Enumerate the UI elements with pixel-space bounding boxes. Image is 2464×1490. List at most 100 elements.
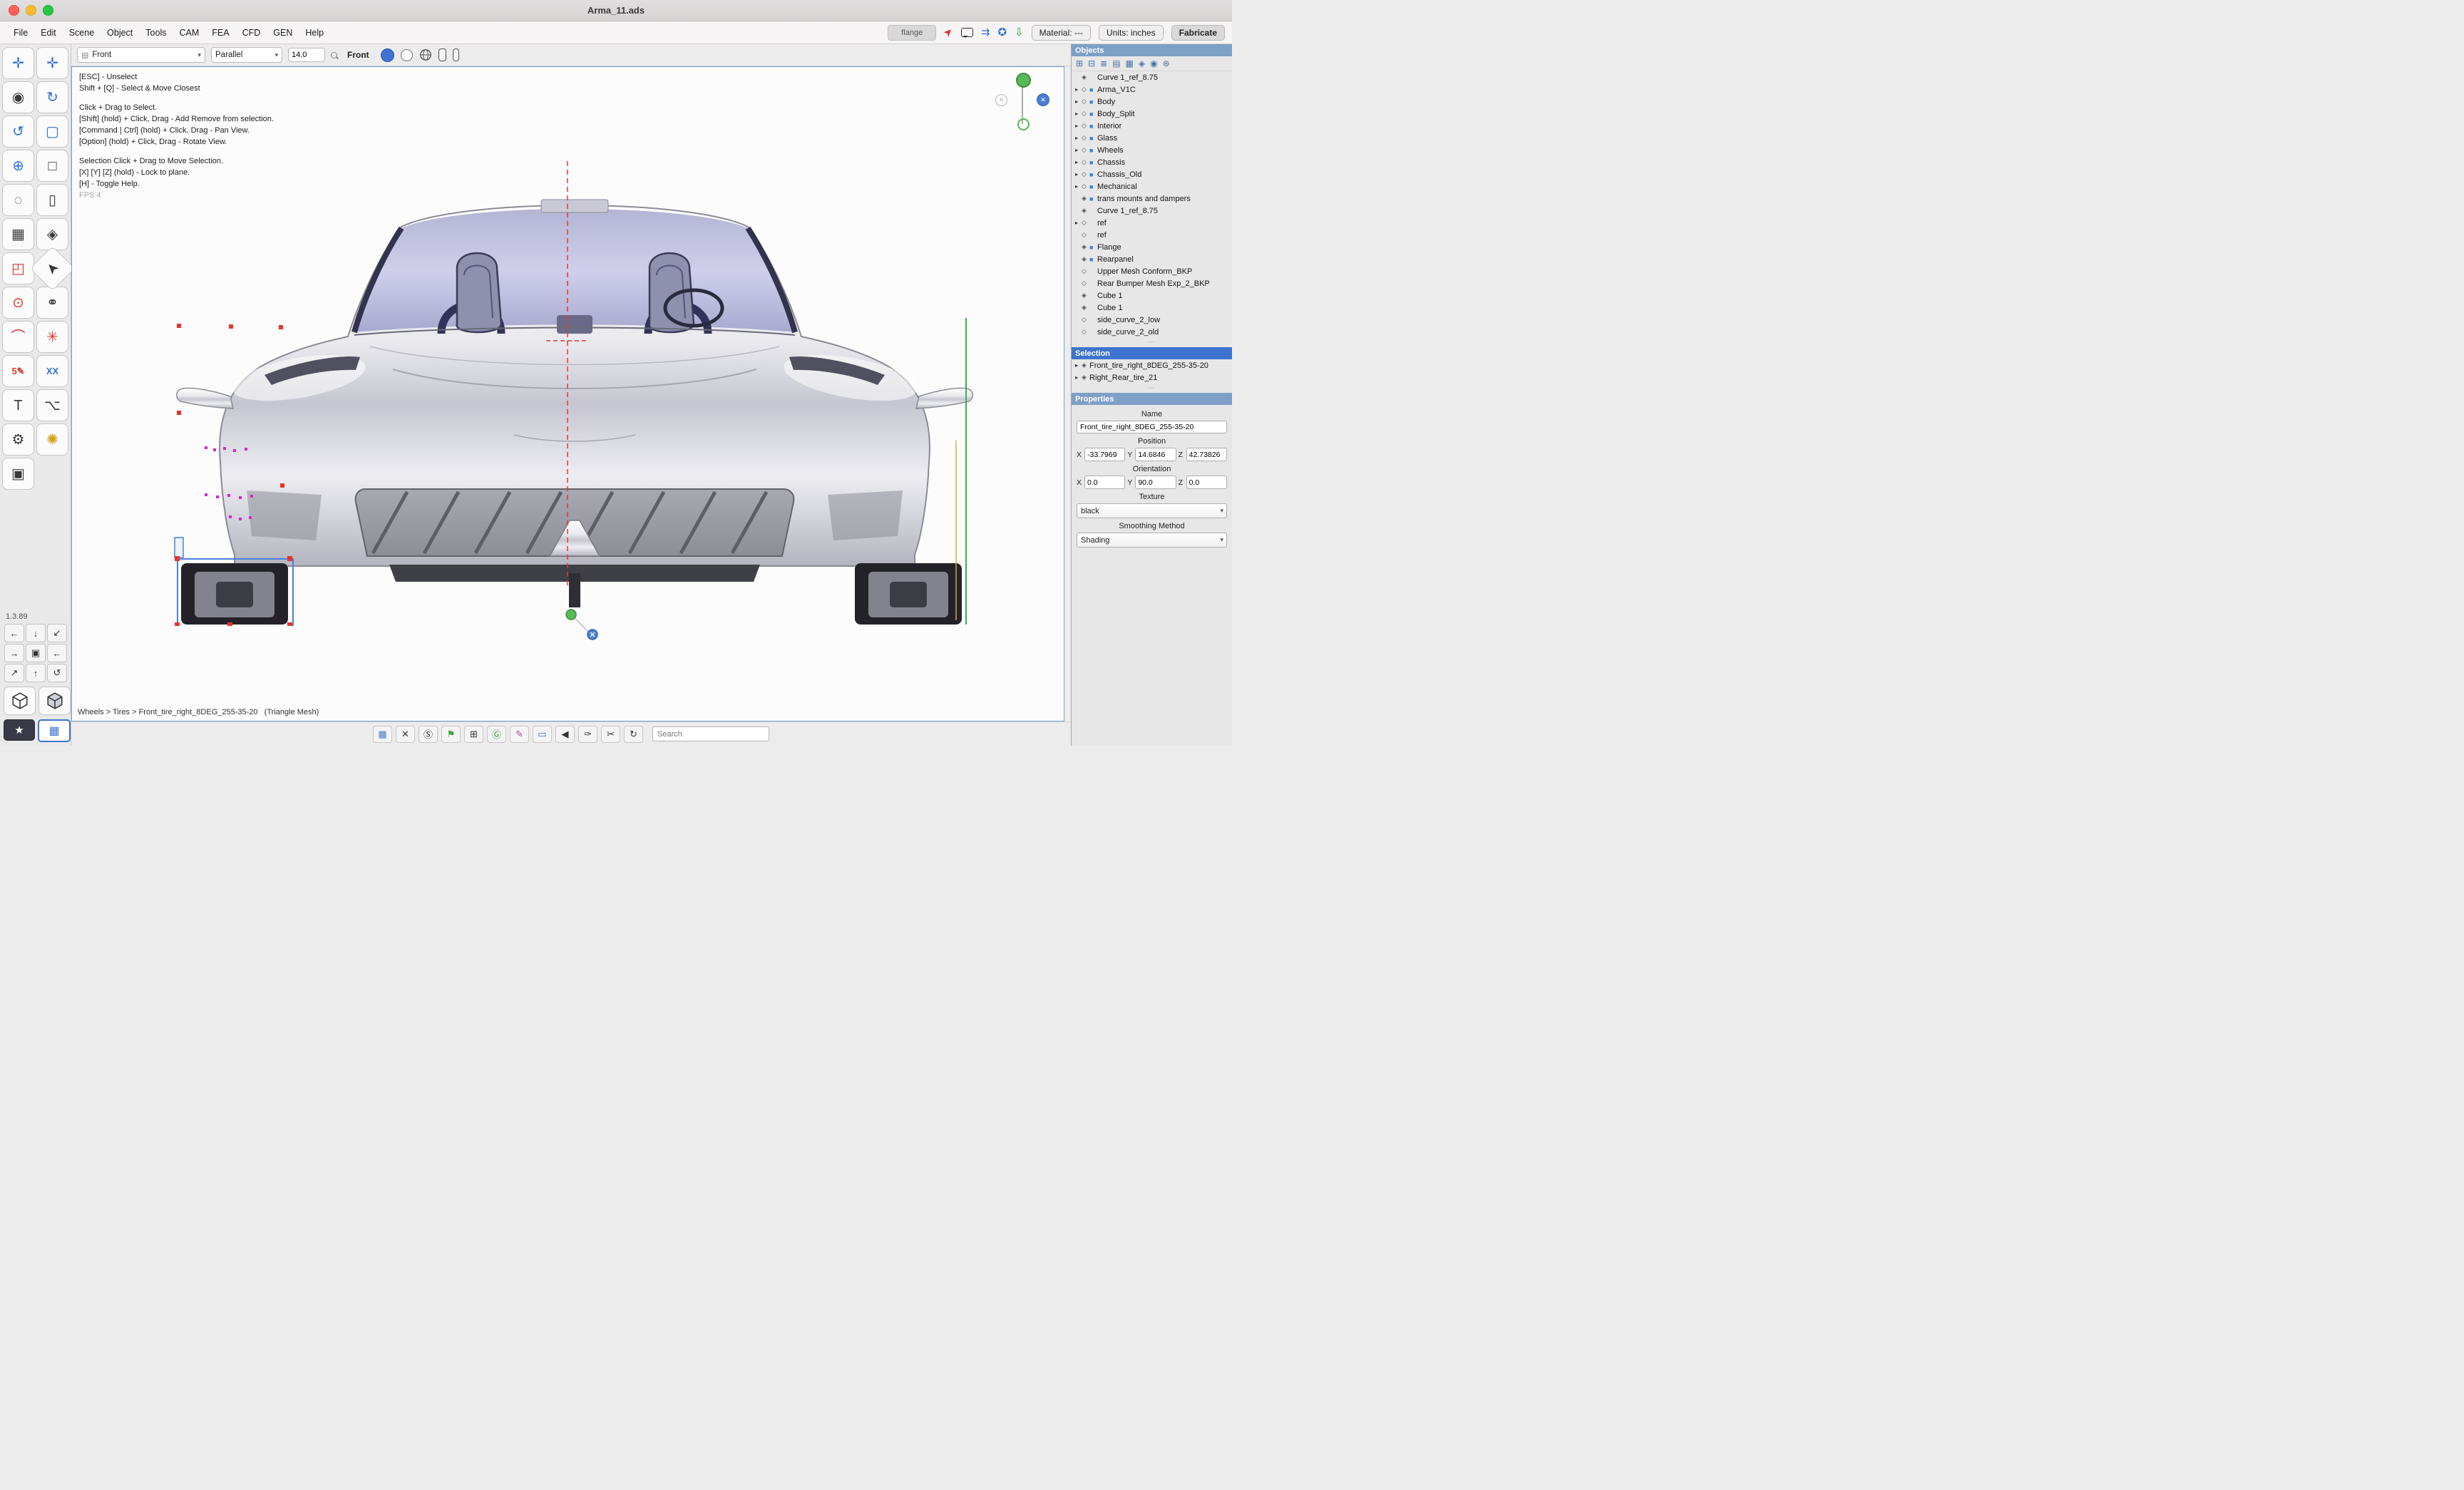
- g-badge-icon[interactable]: Ⓖ: [487, 726, 506, 743]
- y-axis-positive-handle[interactable]: [1016, 73, 1031, 88]
- object-tree-item[interactable]: ◈Curve 1_ref_8.75: [1072, 205, 1232, 217]
- nav-rotate-button[interactable]: ↺: [47, 664, 67, 682]
- xx-constraint-tool[interactable]: XX: [36, 355, 68, 387]
- rotate-tool[interactable]: ↺: [2, 115, 34, 148]
- comment-icon[interactable]: [961, 28, 973, 37]
- download-icon[interactable]: ⇩: [1015, 27, 1024, 38]
- paint-flag-icon[interactable]: ⚑: [441, 726, 461, 743]
- light-tool[interactable]: ✺: [36, 423, 68, 456]
- view-select[interactable]: ▤ Front ▾: [77, 47, 205, 63]
- nav-cube-button[interactable]: ▣: [26, 644, 46, 662]
- menu-help[interactable]: Help: [299, 28, 330, 38]
- object-tree-item[interactable]: ▸◇■Interior: [1072, 120, 1232, 132]
- viewport-grid-icon[interactable]: ▦: [373, 726, 392, 743]
- fabricate-button[interactable]: Fabricate: [1171, 25, 1225, 41]
- text-tool[interactable]: T: [2, 389, 34, 421]
- nav-right-button[interactable]: →: [4, 644, 24, 662]
- object-tree-item[interactable]: ◈Cube 1: [1072, 289, 1232, 302]
- projection-select[interactable]: Parallel ▾: [211, 47, 282, 63]
- visibility-icon[interactable]: ◉: [1150, 58, 1157, 68]
- axis-gizmo[interactable]: ✕ ✕: [995, 73, 1049, 133]
- audio-icon[interactable]: ◀: [555, 726, 575, 743]
- object-tree-item[interactable]: ▸◇■Body: [1072, 96, 1232, 108]
- menu-edit[interactable]: Edit: [34, 28, 63, 38]
- scissors-icon[interactable]: ✂: [601, 726, 620, 743]
- add-item-icon[interactable]: ⊞: [1076, 58, 1083, 68]
- mesh-filter-icon[interactable]: ◈: [1139, 58, 1145, 68]
- capsule-thin-icon[interactable]: [453, 48, 459, 61]
- menu-tools[interactable]: Tools: [139, 28, 173, 38]
- object-tree-item[interactable]: ◈Curve 1_ref_8.75: [1072, 71, 1232, 83]
- grid-tool[interactable]: ▦: [2, 218, 34, 250]
- object-tree-item[interactable]: ▸◇■Chassis: [1072, 156, 1232, 168]
- history-icon[interactable]: ⇉: [981, 27, 990, 38]
- nav-up-button[interactable]: ↑: [26, 664, 46, 682]
- smoothing-select[interactable]: Shading ▾: [1077, 533, 1227, 548]
- orientation-x-field[interactable]: [1084, 476, 1125, 489]
- camera-tool[interactable]: ▣: [2, 458, 34, 490]
- pen-icon[interactable]: ✑: [578, 726, 597, 743]
- marquee-select-tool[interactable]: ▢: [36, 115, 68, 148]
- object-tree-item[interactable]: ◇Rear Bumper Mesh Exp_2_BKP: [1072, 277, 1232, 289]
- menu-cam[interactable]: CAM: [173, 28, 205, 38]
- hook-icon[interactable]: ✎: [510, 726, 529, 743]
- circle-toggle-icon[interactable]: [401, 49, 413, 61]
- favorite-button[interactable]: ★: [4, 719, 35, 741]
- chain-tool[interactable]: ⌥: [36, 389, 68, 421]
- nav-upright-button[interactable]: ↗: [4, 664, 24, 682]
- name-field[interactable]: [1077, 421, 1227, 433]
- selection-item[interactable]: ▸◈Front_tire_right_8DEG_255-35-20: [1072, 359, 1232, 371]
- capsule-icon[interactable]: [438, 48, 446, 61]
- object-tree-item[interactable]: ▸◇■Glass: [1072, 132, 1232, 144]
- menu-file[interactable]: File: [7, 28, 34, 38]
- object-tree-item[interactable]: ◈■trans mounts and dampers: [1072, 192, 1232, 205]
- rocket-icon[interactable]: ➤: [942, 26, 956, 40]
- list-view-icon[interactable]: ≣: [1100, 58, 1107, 68]
- y-axis-negative-handle[interactable]: [1017, 118, 1030, 130]
- bolt-tool[interactable]: ⚙: [2, 423, 34, 456]
- revolve-tool[interactable]: ◌: [2, 184, 34, 216]
- position-z-field[interactable]: [1186, 448, 1227, 461]
- selection-item[interactable]: ▸◈Right_Rear_tire_21: [1072, 371, 1232, 384]
- align-icon[interactable]: ⊞: [464, 726, 483, 743]
- object-tree-item[interactable]: ▸◇ref: [1072, 217, 1232, 229]
- move-tool[interactable]: ✛: [2, 47, 34, 79]
- material-button[interactable]: Material: ---: [1032, 25, 1091, 41]
- circle-tool[interactable]: ⊙: [2, 287, 34, 319]
- panel-resize-handle[interactable]: ⋯: [1072, 338, 1232, 347]
- settings-icon[interactable]: ⊛: [1163, 58, 1170, 68]
- move-closest-tool[interactable]: ✛: [36, 47, 68, 79]
- menu-fea[interactable]: FEA: [205, 28, 235, 38]
- nav-downleft-button[interactable]: ↙: [47, 624, 67, 642]
- nav-down-button[interactable]: ↓: [26, 624, 46, 642]
- search-input[interactable]: [652, 726, 769, 741]
- s-badge-icon[interactable]: Ⓢ: [419, 726, 438, 743]
- arc-tool[interactable]: ⌒: [2, 321, 34, 353]
- nav-left-button[interactable]: ←: [4, 624, 24, 642]
- orientation-y-field[interactable]: [1135, 476, 1176, 489]
- perspective-toggle-icon[interactable]: [381, 48, 394, 62]
- box-tool[interactable]: □: [36, 150, 68, 182]
- orbit-tool[interactable]: ↻: [36, 81, 68, 113]
- object-tree-item[interactable]: ▸◇■Chassis_Old: [1072, 168, 1232, 180]
- solid-cube-button[interactable]: [38, 687, 71, 715]
- x-axis-hidden-handle[interactable]: ✕: [995, 94, 1007, 106]
- origin-gizmo[interactable]: [564, 607, 604, 644]
- cylinder-tool[interactable]: ▯: [36, 184, 68, 216]
- units-button[interactable]: Units: inches: [1099, 25, 1164, 41]
- wireframe-cube-button[interactable]: [4, 687, 36, 715]
- detail-view-icon[interactable]: ▤: [1112, 58, 1120, 68]
- position-y-field[interactable]: [1135, 448, 1176, 461]
- joint-tool[interactable]: ⚭: [36, 287, 68, 319]
- object-tree-item[interactable]: ◈■Flange: [1072, 241, 1232, 253]
- globe-tool[interactable]: ⊕: [2, 150, 34, 182]
- object-tree-item[interactable]: ◈Cube 1: [1072, 302, 1232, 314]
- pick-tool[interactable]: ➤: [30, 246, 76, 292]
- menu-gen[interactable]: GEN: [267, 28, 299, 38]
- object-tree-item[interactable]: ◈■Rearpanel: [1072, 253, 1232, 265]
- menu-cfd[interactable]: CFD: [236, 28, 267, 38]
- object-tree-item[interactable]: ▸◇■Body_Split: [1072, 108, 1232, 120]
- reload-icon[interactable]: ↻: [624, 726, 643, 743]
- x-axis-negative-handle[interactable]: ✕: [1037, 93, 1049, 106]
- orientation-z-field[interactable]: [1186, 476, 1227, 489]
